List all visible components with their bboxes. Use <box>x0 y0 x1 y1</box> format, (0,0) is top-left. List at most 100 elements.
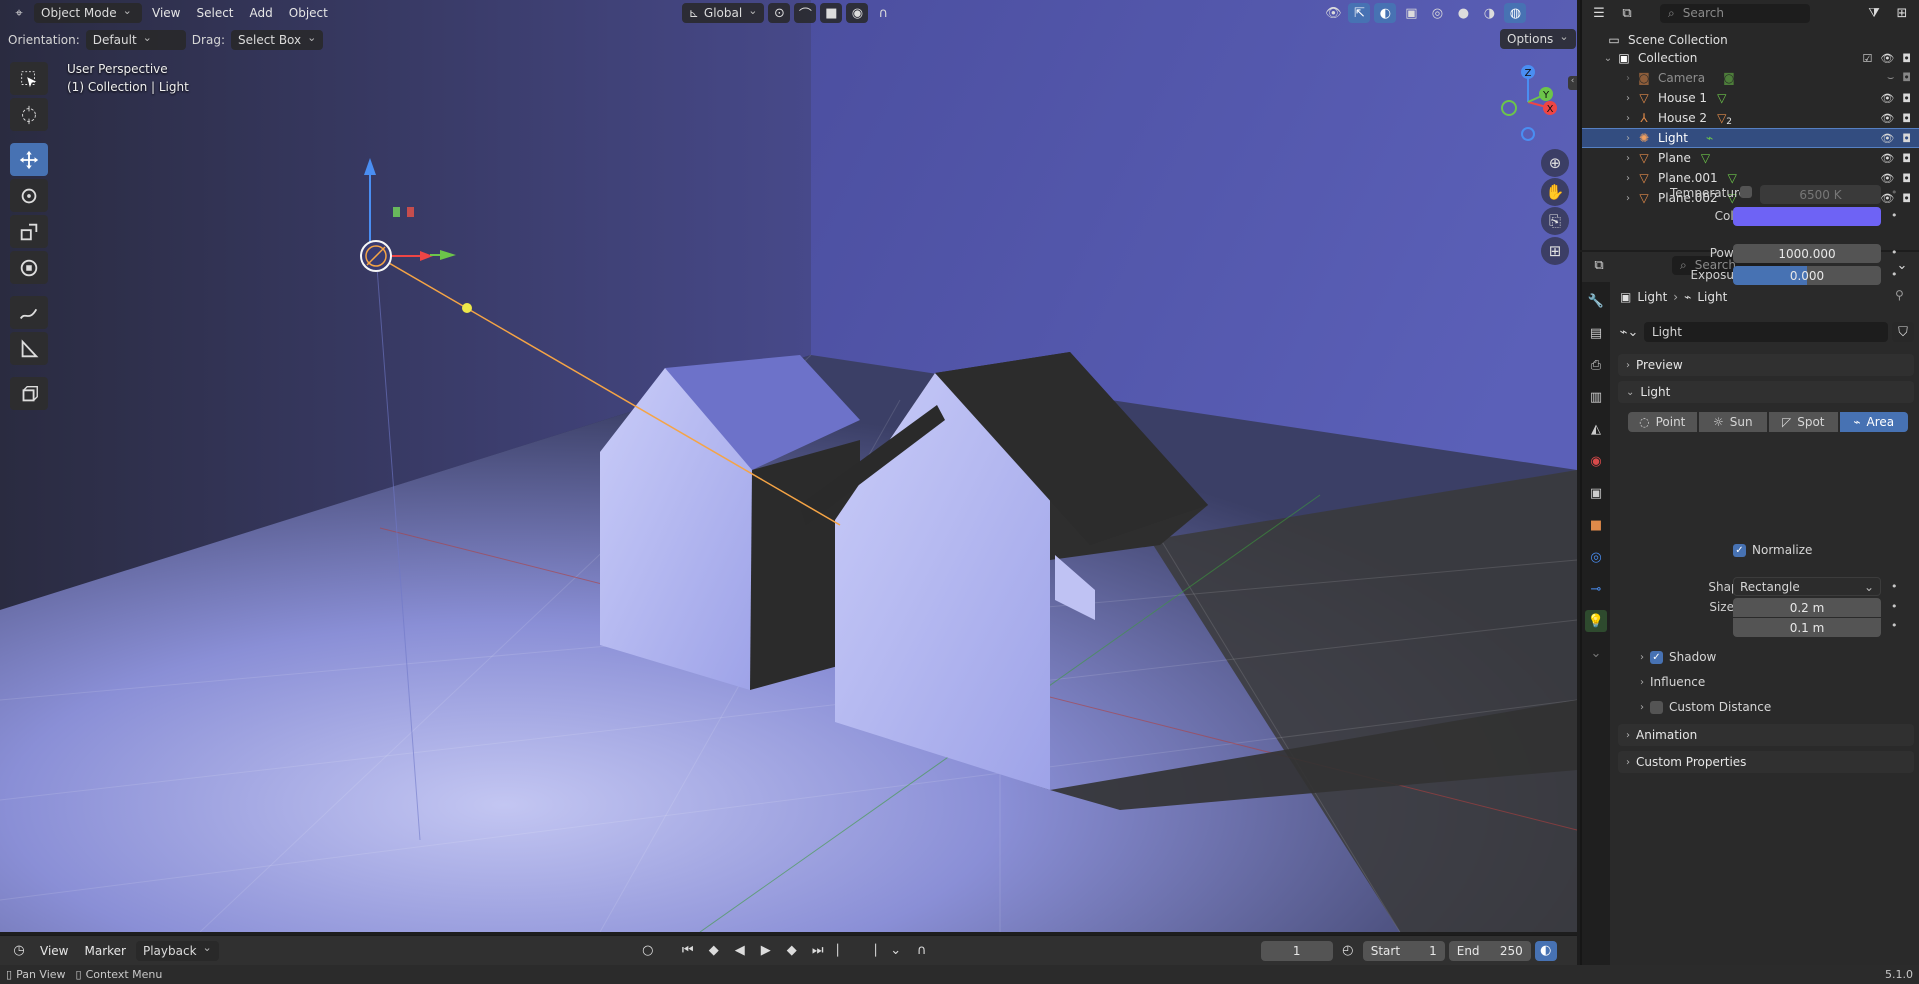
auto-key-icon[interactable]: ∩ <box>911 941 933 961</box>
camera-render-icon[interactable]: ◘ <box>1902 52 1911 65</box>
checkbox-checked-icon[interactable]: ✓ <box>1650 650 1663 664</box>
temperature-checkbox[interactable] <box>1740 186 1752 198</box>
menu-object[interactable]: Object <box>283 3 334 23</box>
select-box-tool[interactable] <box>10 62 48 95</box>
power-field[interactable]: 1000.000 <box>1733 244 1881 263</box>
eye-icon[interactable]: 👁 <box>1880 112 1894 125</box>
normalize-toggle[interactable]: ✓ Normalize <box>1733 543 1812 557</box>
light-type-area[interactable]: ⌁ Area <box>1839 412 1908 432</box>
pin-icon[interactable]: ⚲ <box>1895 288 1904 302</box>
custom-properties-panel-header[interactable]: › Custom Properties <box>1618 751 1914 773</box>
jump-end-icon[interactable]: ⏭ <box>807 941 829 961</box>
outliner-item-light[interactable]: › ✺ Light ⌁ 👁 ◘ <box>1582 128 1919 148</box>
camera-render-icon[interactable]: ◘ <box>1902 71 1911 85</box>
world-tab-icon[interactable]: ◉ <box>1585 450 1607 472</box>
area-light-object[interactable] <box>360 240 392 272</box>
measure-tool[interactable] <box>10 332 48 365</box>
transform-tool[interactable] <box>10 251 48 284</box>
overlays-icon[interactable]: ◐ <box>1374 3 1397 23</box>
timeline-overlay-icon[interactable]: ◐ <box>1534 940 1557 961</box>
expand-arrow-icon[interactable]: ⌄ <box>1602 53 1614 64</box>
next-keyframe-icon[interactable]: ◆ <box>781 941 803 961</box>
cursor-tool[interactable] <box>10 98 48 131</box>
wireframe-shading-icon[interactable]: ◎ <box>1426 3 1448 23</box>
outliner-item-house-2[interactable]: › ⅄ House 2 ▽ 2 👁 ◘ <box>1582 108 1919 128</box>
outliner-search[interactable]: ⌕ Search <box>1660 3 1810 23</box>
expand-arrow-icon[interactable]: › <box>1622 73 1634 84</box>
jump-start-icon[interactable]: ⏮ <box>677 941 699 961</box>
navigation-gizmo[interactable]: Z Y X <box>1488 56 1568 146</box>
step-back-icon[interactable]: ⎸ <box>833 941 855 961</box>
expand-arrow-icon[interactable]: › <box>1622 153 1634 164</box>
3d-viewport[interactable]: ⌖ Object Mode View Select Add Object ⊾ G… <box>0 0 1577 932</box>
color-keyframe-icon[interactable]: • <box>1891 209 1898 222</box>
drag-dropdown[interactable]: Select Box <box>230 30 324 50</box>
light-type-sun[interactable]: ☼ Sun <box>1698 412 1767 432</box>
current-frame-field[interactable]: 1 <box>1260 940 1333 961</box>
light-type-spot[interactable]: ◸ Spot <box>1769 412 1838 432</box>
power-keyframe-icon[interactable]: • <box>1891 246 1898 259</box>
snap-target-icon[interactable]: ■ <box>820 3 843 23</box>
constraints-tab-icon[interactable]: ⊸ <box>1585 578 1607 600</box>
transform-orientation-dropdown[interactable]: ⊾ Global <box>681 3 765 23</box>
influence-subpanel[interactable]: › Influence <box>1640 675 1705 689</box>
eye-icon[interactable]: 👁 <box>1880 172 1894 185</box>
end-frame-field[interactable]: End 250 <box>1448 940 1531 961</box>
expand-arrow-icon[interactable]: › <box>1622 113 1634 124</box>
outliner-item-house-1[interactable]: › ▽ House 1 ▽ 👁 ◘ <box>1582 88 1919 108</box>
collection-row[interactable]: ⌄ ▣ Collection ☑ 👁 ◘ <box>1582 48 1919 68</box>
light-target-handle[interactable] <box>462 303 472 313</box>
falloff-icon[interactable]: ∩ <box>872 3 894 23</box>
light-data-tab-icon[interactable]: 💡 <box>1585 610 1607 632</box>
proportional-edit-icon[interactable]: ◉ <box>846 3 869 23</box>
checkbox-icon[interactable]: ☑ <box>1862 52 1872 65</box>
animation-panel-header[interactable]: › Animation <box>1618 724 1914 746</box>
outliner-item-camera[interactable]: › ◙ Camera ◙ ⌣ ◘ <box>1582 68 1919 88</box>
scene-collection-row[interactable]: ▭ Scene Collection <box>1582 30 1919 50</box>
xray-icon[interactable]: ▣ <box>1400 3 1422 23</box>
play-reverse-icon[interactable]: ◀ <box>729 941 751 961</box>
eye-icon[interactable]: 👁 <box>1880 132 1894 145</box>
camera-render-icon[interactable]: ◘ <box>1902 192 1911 205</box>
size-y-keyframe-icon[interactable]: • <box>1891 619 1898 632</box>
ortho-grid-icon[interactable]: ⊞ <box>1541 237 1569 265</box>
render-tab-icon[interactable]: ▤ <box>1585 322 1607 344</box>
scene-tab-icon[interactable]: ◭ <box>1585 418 1607 440</box>
mode-dropdown[interactable]: Object Mode <box>34 3 142 23</box>
new-collection-icon[interactable]: ⊞ <box>1891 3 1913 23</box>
shape-keyframe-icon[interactable]: • <box>1891 580 1898 593</box>
pan-hand-icon[interactable]: ✋ <box>1541 178 1569 206</box>
camera-render-icon[interactable]: ◘ <box>1902 132 1911 145</box>
temperature-field[interactable]: 6500 K <box>1760 185 1881 204</box>
exposure-slider[interactable]: 0.000 <box>1733 266 1881 285</box>
size-y-field[interactable]: 0.1 m <box>1733 618 1881 637</box>
clock-icon[interactable]: ◷ <box>8 941 30 961</box>
orientation-dropdown[interactable]: Default <box>85 30 186 50</box>
expand-arrow-icon[interactable]: › <box>1622 93 1634 104</box>
size-x-field[interactable]: 0.2 m <box>1733 598 1881 617</box>
camera-render-icon[interactable]: ◘ <box>1902 172 1911 185</box>
properties-editor-icon[interactable]: ⧉ <box>1588 255 1610 275</box>
camera-render-icon[interactable]: ◘ <box>1902 112 1911 125</box>
scale-tool[interactable] <box>10 215 48 248</box>
light-color-swatch[interactable] <box>1733 207 1881 226</box>
outliner-editor-icon[interactable]: ☰ <box>1588 3 1610 23</box>
visibility-icon[interactable]: 👁 <box>1322 3 1344 23</box>
outliner-item-plane[interactable]: › ▽ Plane ▽ 👁 ◘ <box>1582 148 1919 168</box>
shape-dropdown[interactable]: Rectangle ⌄ <box>1733 577 1881 596</box>
shadow-subpanel[interactable]: › ✓ Shadow <box>1640 650 1716 664</box>
solid-shading-icon[interactable]: ● <box>1452 3 1474 23</box>
view-layer-tab-icon[interactable]: ▥ <box>1585 386 1607 408</box>
menu-select[interactable]: Select <box>190 3 239 23</box>
fake-user-shield-icon[interactable]: ⛉ <box>1892 322 1914 342</box>
collection-tab-icon[interactable]: ▣ <box>1585 482 1607 504</box>
eye-icon[interactable]: 👁 <box>1880 52 1894 65</box>
expand-arrow-icon[interactable]: › <box>1622 173 1634 184</box>
eye-icon[interactable]: 👁 <box>1880 152 1894 165</box>
display-mode-icon[interactable]: ⧉ <box>1616 3 1638 23</box>
viewport-scene[interactable] <box>0 0 1577 932</box>
timeline-menu-playback[interactable]: Playback <box>135 940 219 961</box>
exposure-keyframe-icon[interactable]: • <box>1891 268 1898 281</box>
zoom-icon[interactable]: ⊕ <box>1541 149 1569 177</box>
menu-view[interactable]: View <box>146 3 186 23</box>
